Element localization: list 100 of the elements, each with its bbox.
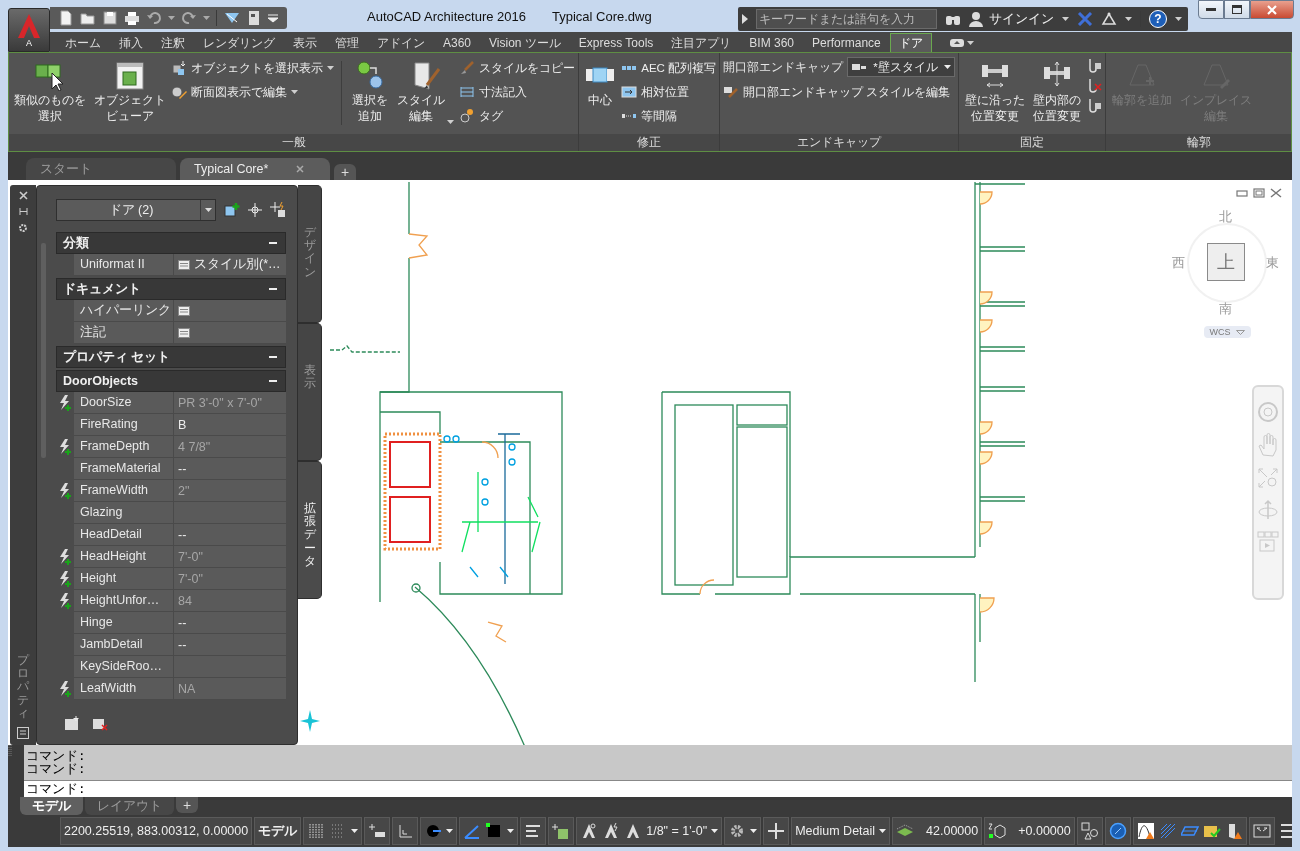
triangle-nodes-icon[interactable] bbox=[1101, 12, 1117, 26]
collapse-icon[interactable] bbox=[269, 377, 277, 385]
ribbon-tab[interactable]: アドイン bbox=[368, 33, 434, 52]
plus-icon[interactable] bbox=[767, 822, 786, 840]
customize-icon[interactable] bbox=[267, 13, 279, 23]
list-icon[interactable] bbox=[178, 305, 190, 316]
isolate-icon[interactable] bbox=[1108, 822, 1127, 840]
ribbon-button[interactable]: 寸法記入 bbox=[459, 81, 576, 103]
endcap-icon[interactable] bbox=[851, 62, 868, 72]
caret-icon[interactable] bbox=[879, 829, 887, 833]
minimize-button[interactable] bbox=[1198, 0, 1224, 19]
palette-tab[interactable]: デザイン bbox=[298, 185, 322, 323]
tag-icon[interactable] bbox=[459, 108, 476, 124]
redo-icon[interactable] bbox=[181, 10, 197, 26]
caret-icon[interactable] bbox=[507, 829, 515, 833]
ribbon-button[interactable]: 選択を追加 bbox=[348, 57, 391, 127]
restore-icon[interactable] bbox=[1253, 188, 1265, 198]
value-cell[interactable]: -- bbox=[174, 458, 286, 480]
fullscreen-icon[interactable] bbox=[1252, 822, 1271, 840]
ribbon-button[interactable]: 類似のものを選択 bbox=[12, 57, 89, 127]
value-cell[interactable]: -- bbox=[174, 634, 286, 656]
dynamic-input-icon[interactable] bbox=[368, 822, 387, 840]
annotation-scale-button[interactable]: 1/8" = 1'-0" bbox=[646, 817, 719, 845]
ribbon-button[interactable]: 相対位置 bbox=[621, 81, 717, 103]
lineweight-icon[interactable] bbox=[524, 822, 543, 840]
cube-window-icon[interactable] bbox=[113, 59, 146, 91]
transparency-icon[interactable] bbox=[552, 822, 571, 840]
ribbon-button[interactable]: 開口部エンドキャップ スタイルを編集 bbox=[723, 81, 956, 103]
ribbon-tab[interactable]: レンダリング bbox=[194, 33, 284, 52]
ribbon-button[interactable]: 等間隔 bbox=[621, 105, 717, 127]
ribbon-tab[interactable]: Express Tools bbox=[569, 33, 663, 52]
help-button[interactable]: ? bbox=[1149, 10, 1167, 28]
ribbon-button[interactable]: 中心 bbox=[582, 57, 619, 111]
ribbon-toggle-icon[interactable] bbox=[949, 38, 964, 47]
ribbon-tab[interactable]: Performance bbox=[803, 33, 890, 52]
expand-arrow-icon[interactable] bbox=[742, 14, 748, 24]
close-icon[interactable] bbox=[296, 165, 305, 173]
caret-icon[interactable] bbox=[290, 90, 298, 94]
search-field[interactable]: キーワードまたは語句を入力 bbox=[756, 9, 937, 29]
ribbon-tab[interactable]: 注釈 bbox=[152, 33, 194, 52]
list-icon[interactable] bbox=[178, 327, 190, 338]
ribbon-button[interactable]: スタイルをコピー bbox=[459, 57, 576, 79]
endcap-brush-icon[interactable] bbox=[723, 84, 740, 100]
user-icon[interactable] bbox=[969, 11, 983, 27]
print-icon[interactable] bbox=[124, 10, 140, 26]
curve-warning-icon[interactable] bbox=[1136, 822, 1155, 840]
section-header[interactable]: DoorObjects bbox=[56, 370, 286, 392]
list-icon[interactable] bbox=[178, 259, 190, 270]
display-detail-button[interactable]: Medium Detail bbox=[791, 817, 891, 845]
save-icon[interactable] bbox=[102, 10, 118, 26]
palette-icon[interactable] bbox=[17, 727, 29, 739]
auto-scale-icon[interactable] bbox=[602, 822, 621, 840]
pick-point-icon[interactable] bbox=[248, 203, 262, 217]
layer-props-icon[interactable] bbox=[247, 10, 261, 26]
value-cell[interactable]: スタイル別(*… bbox=[174, 254, 286, 276]
value-cell[interactable]: B bbox=[174, 414, 286, 436]
anchor-delete-icon[interactable] bbox=[1086, 77, 1103, 95]
shapes-icon[interactable] bbox=[1080, 822, 1099, 840]
ribbon-tab[interactable]: 表示 bbox=[284, 33, 326, 52]
close-icon[interactable] bbox=[18, 191, 28, 200]
new-file-icon[interactable] bbox=[58, 10, 74, 26]
caret-icon[interactable] bbox=[204, 208, 212, 212]
viewcube-face[interactable]: 上 bbox=[1207, 243, 1245, 281]
minimize-icon[interactable] bbox=[1236, 188, 1248, 198]
caret-icon[interactable] bbox=[750, 829, 758, 833]
model-space-button[interactable]: モデル bbox=[254, 817, 302, 845]
caret-icon[interactable] bbox=[711, 829, 719, 833]
value-cell[interactable]: -- bbox=[174, 612, 286, 634]
palette-tab[interactable]: 表示 bbox=[298, 323, 322, 461]
anchor-icon[interactable] bbox=[1086, 57, 1103, 75]
sign-in-button[interactable]: サインイン bbox=[969, 10, 1054, 28]
value-cell[interactable]: -- bbox=[174, 524, 286, 546]
add-property-set-icon[interactable] bbox=[64, 716, 80, 732]
ribbon-button[interactable]: 壁に沿った位置変更 bbox=[962, 57, 1028, 127]
relative-position-icon[interactable] bbox=[621, 84, 638, 100]
file-tab[interactable]: Typical Core* bbox=[180, 158, 330, 180]
caret-icon[interactable] bbox=[1062, 17, 1069, 21]
anchor-attach-icon[interactable] bbox=[1086, 97, 1103, 115]
value-cell[interactable] bbox=[174, 322, 286, 344]
ribbon-button[interactable]: 断面図表示で編集 bbox=[170, 81, 334, 103]
ortho-icon[interactable] bbox=[396, 822, 415, 840]
dimension-icon[interactable] bbox=[459, 84, 476, 100]
ribbon-button[interactable]: オブジェクトビューア bbox=[91, 57, 168, 127]
pick-add-icon[interactable] bbox=[270, 202, 286, 218]
ribbon-tab[interactable]: Vision ツール bbox=[480, 33, 570, 52]
ribbon-tab[interactable]: A360 bbox=[434, 33, 481, 52]
palette-tab[interactable]: 拡張データ bbox=[298, 461, 322, 599]
new-layout-button[interactable]: + bbox=[176, 797, 198, 813]
z-cube-icon[interactable] bbox=[988, 822, 1007, 840]
ribbon-tab[interactable]: ホーム bbox=[56, 33, 110, 52]
caret-icon[interactable] bbox=[326, 66, 334, 70]
ribbon-tab[interactable]: ドア bbox=[889, 33, 932, 52]
polar-tracking-icon[interactable] bbox=[424, 822, 443, 840]
ribbon-button[interactable]: スタイル編集 bbox=[393, 57, 457, 127]
value-cell[interactable] bbox=[174, 300, 286, 322]
section-header[interactable]: ドキュメント bbox=[56, 278, 286, 300]
caret-icon[interactable] bbox=[966, 40, 974, 45]
ribbon-button[interactable]: 壁内部の位置変更 bbox=[1030, 57, 1084, 127]
ribbon-button[interactable]: オブジェクトを選択表示 bbox=[170, 57, 334, 79]
caret-icon[interactable] bbox=[944, 65, 952, 69]
